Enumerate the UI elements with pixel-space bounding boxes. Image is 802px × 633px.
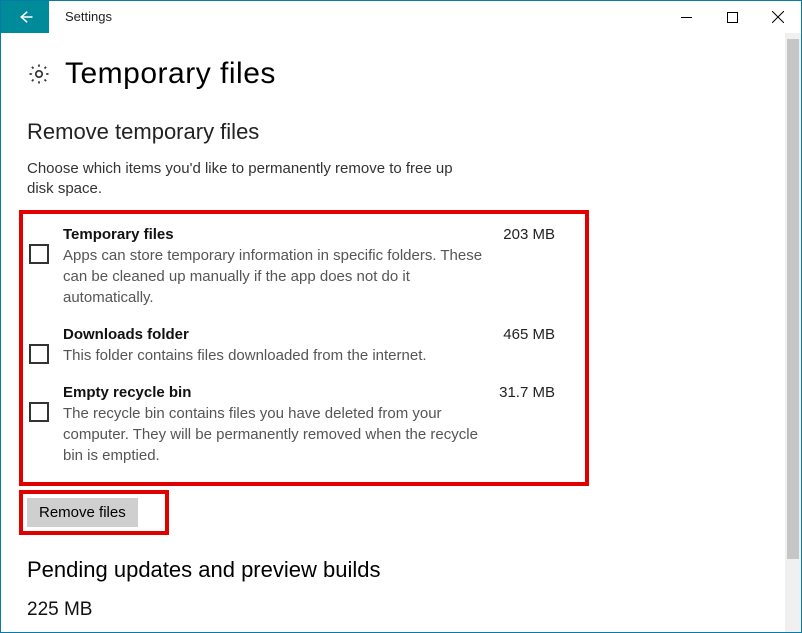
item-desc: This folder contains files downloaded fr… (63, 345, 493, 366)
scrollbar-thumb[interactable] (787, 39, 799, 559)
item-desc: The recycle bin contains files you have … (63, 403, 493, 466)
vertical-scrollbar[interactable] (785, 33, 801, 632)
content-area: Temporary files Remove temporary files C… (1, 33, 785, 632)
pending-section: Pending updates and preview builds 225 M… (27, 557, 759, 633)
item-name: Temporary files (63, 226, 174, 243)
close-button[interactable] (755, 1, 801, 33)
page-heading: Temporary files (27, 57, 759, 91)
checkbox-temporary-files[interactable] (29, 244, 49, 264)
arrow-left-icon (16, 8, 34, 26)
item-downloads-folder: Downloads folder 465 MB This folder cont… (27, 326, 575, 366)
maximize-button[interactable] (709, 1, 755, 33)
back-button[interactable] (1, 1, 49, 33)
item-size: 465 MB (503, 326, 575, 343)
item-size: 203 MB (503, 226, 575, 243)
pending-size: 225 MB (27, 599, 759, 621)
page-title: Temporary files (65, 57, 276, 91)
item-name: Downloads folder (63, 326, 189, 343)
close-icon (772, 11, 784, 23)
item-desc: Apps can store temporary information in … (63, 245, 493, 308)
item-temporary-files: Temporary files 203 MB Apps can store te… (27, 226, 575, 308)
titlebar: Settings (1, 1, 801, 33)
item-empty-recycle-bin: Empty recycle bin 31.7 MB The recycle bi… (27, 384, 575, 466)
gear-icon (27, 62, 51, 91)
checkbox-downloads-folder[interactable] (29, 344, 49, 364)
remove-section-heading: Remove temporary files (27, 119, 759, 145)
highlight-remove-button-box: Remove files (19, 490, 169, 535)
pending-cutoff-text: You can learn more about pending updates… (27, 631, 759, 633)
pending-heading: Pending updates and preview builds (27, 557, 759, 583)
remove-files-button[interactable]: Remove files (27, 498, 138, 527)
minimize-button[interactable] (663, 1, 709, 33)
item-size: 31.7 MB (499, 384, 575, 401)
window-title: Settings (49, 1, 112, 33)
maximize-icon (727, 12, 738, 23)
minimize-icon (681, 12, 692, 23)
highlight-items-box: Temporary files 203 MB Apps can store te… (19, 210, 589, 486)
checkbox-empty-recycle-bin[interactable] (29, 402, 49, 422)
settings-window: Settings Temporary files Remove temp (0, 0, 802, 633)
remove-section-lead: Choose which items you'd like to permane… (27, 159, 467, 200)
item-name: Empty recycle bin (63, 384, 191, 401)
